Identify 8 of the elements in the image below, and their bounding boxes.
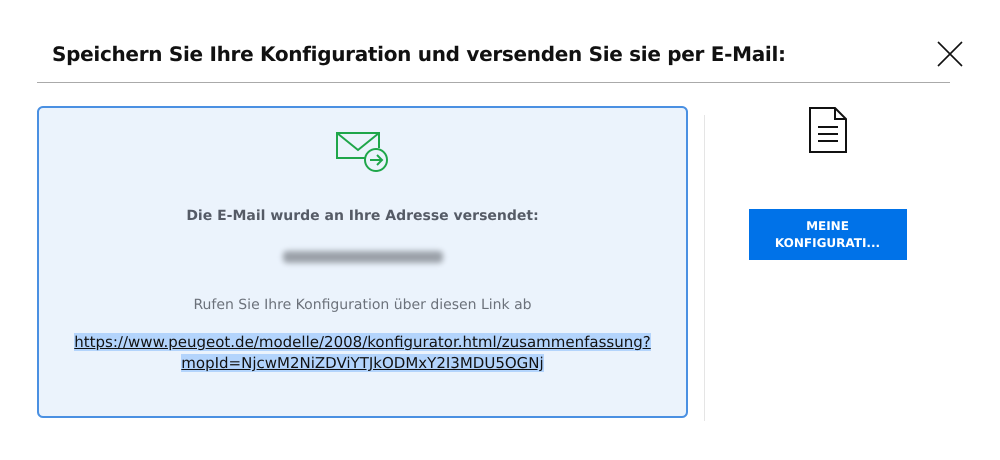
instruction-text: Rufen Sie Ihre Konfiguration über diesen Link ab xyxy=(193,296,532,315)
dialog-title: Speichern Sie Ihre Konfiguration und versenden Sie sie per E-Mail: xyxy=(52,42,786,66)
mail-sent-icon xyxy=(336,132,390,174)
configuration-link[interactable]: https://www.peugeot.de/modelle/2008/konfigurator.html/zusammenfassung?mopId=NjcwM2NiZDViYTJkODMxY2I3MDU5OGNj xyxy=(62,332,662,374)
close-icon[interactable] xyxy=(936,40,964,68)
document-icon xyxy=(808,107,846,153)
my-configuration-button[interactable]: MEINE KONFIGURATI... xyxy=(748,209,906,260)
confirmation-heading: Die E-Mail wurde an Ihre Adresse versendet: xyxy=(186,207,539,226)
